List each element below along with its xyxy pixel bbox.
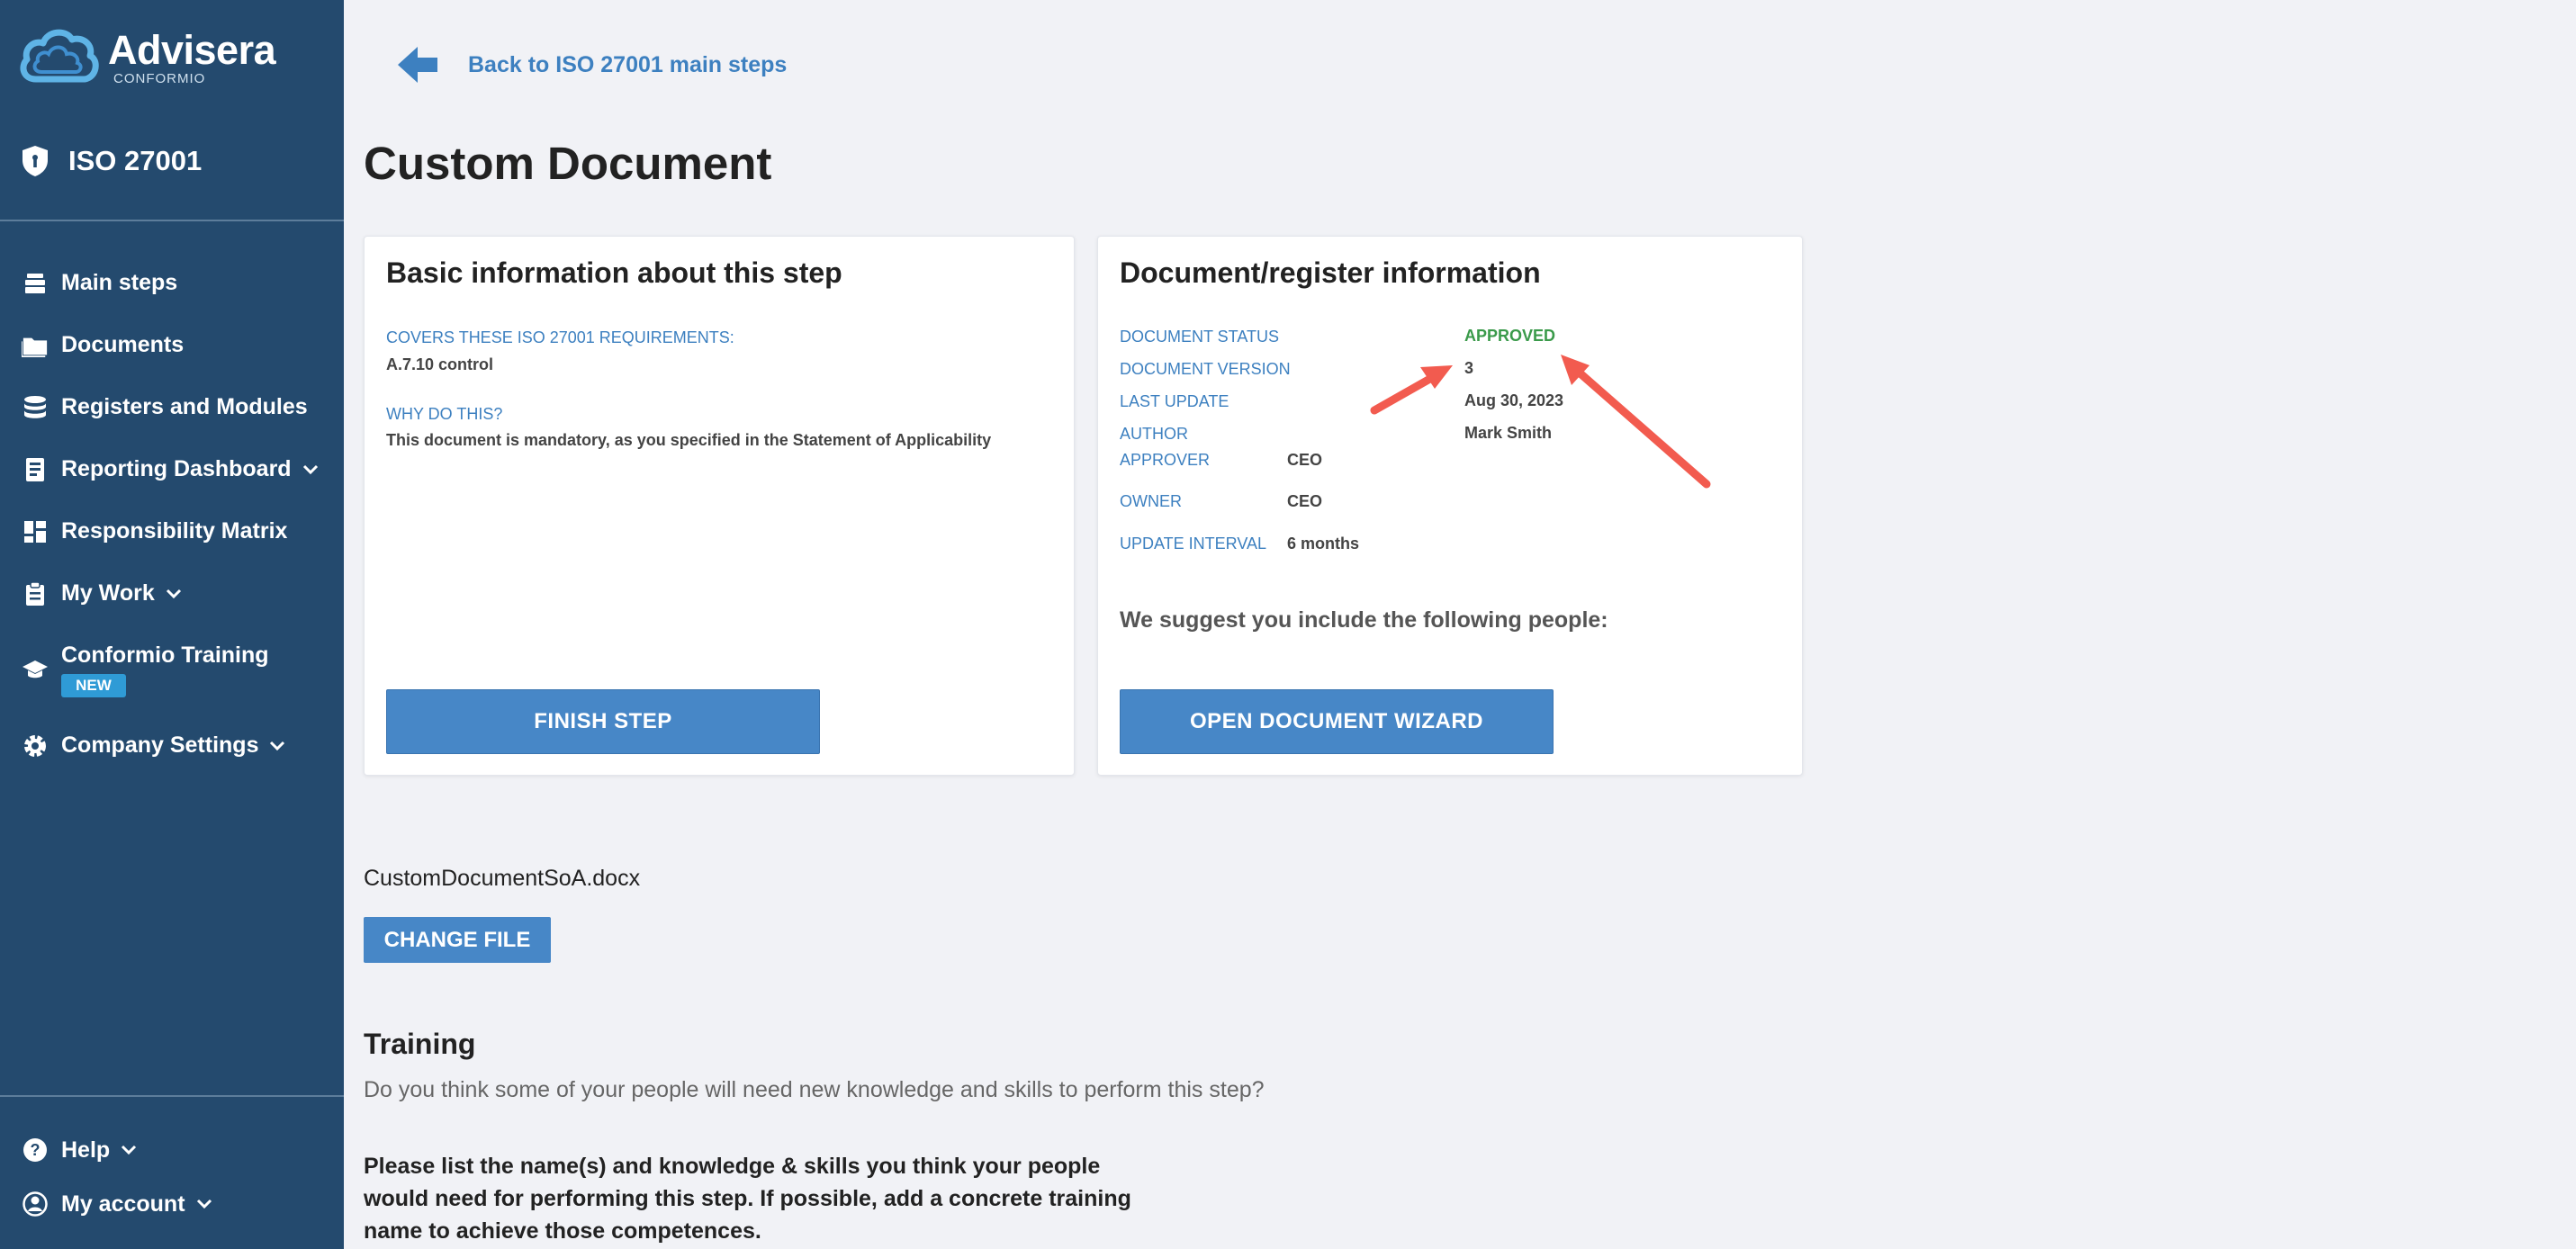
grid-icon: [22, 518, 49, 545]
sidebar-item-company-settings[interactable]: Company Settings: [0, 714, 344, 777]
main-content: Back to ISO 27001 main steps Custom Docu…: [344, 0, 2576, 1249]
account-icon: [22, 1191, 49, 1218]
sidebar-item-label: Registers and Modules: [61, 394, 308, 420]
sidebar-item-label: Main steps: [61, 270, 177, 296]
sidebar-item-label: Help: [61, 1137, 110, 1164]
sidebar-divider: [0, 220, 344, 221]
covers-label: COVERS THESE ISO 27001 REQUIREMENTS:: [386, 328, 734, 347]
sidebar-item-my-account[interactable]: My account: [0, 1177, 344, 1231]
shield-icon: [20, 144, 50, 178]
sidebar-item-label: My account: [61, 1191, 185, 1218]
author-value: Mark Smith: [1464, 424, 1552, 443]
card-title: Basic information about this step: [386, 256, 842, 290]
update-interval-value: 6 months: [1287, 535, 1359, 553]
sidebar-item-help[interactable]: ? Help: [0, 1123, 344, 1177]
last-update-value: Aug 30, 2023: [1464, 391, 1563, 410]
approver-value: CEO: [1287, 451, 1322, 470]
sidebar-item-label: Documents: [61, 332, 184, 358]
logo-sub: CONFORMIO: [113, 72, 275, 85]
document-version-value: 3: [1464, 359, 1473, 378]
help-icon: ?: [22, 1137, 49, 1164]
back-link[interactable]: Back to ISO 27001 main steps: [396, 45, 787, 85]
document-status-value: APPROVED: [1464, 327, 1555, 346]
finish-step-button[interactable]: FINISH STEP: [386, 689, 820, 754]
sidebar-item-main-steps[interactable]: Main steps: [0, 252, 344, 314]
author-label: AUTHOR: [1120, 425, 1188, 444]
training-question: Do you think some of your people will ne…: [364, 1077, 1265, 1103]
owner-value: CEO: [1287, 492, 1322, 511]
sidebar-item-reporting-dashboard[interactable]: Reporting Dashboard: [0, 438, 344, 500]
change-file-button[interactable]: CHANGE FILE: [364, 917, 551, 963]
owner-label: OWNER: [1120, 492, 1182, 511]
svg-text:?: ?: [31, 1141, 41, 1159]
sidebar-item-documents[interactable]: Documents: [0, 314, 344, 376]
chevron-down-icon: [121, 1145, 137, 1155]
chevron-down-icon: [302, 464, 319, 475]
last-update-label: LAST UPDATE: [1120, 392, 1229, 411]
sidebar-item-responsibility-matrix[interactable]: Responsibility Matrix: [0, 500, 344, 562]
page-title: Custom Document: [364, 137, 771, 190]
sidebar-item-label: Conformio Training: [61, 642, 269, 669]
report-icon: [22, 456, 49, 483]
sidebar: Advisera CONFORMIO ISO 27001 Main steps …: [0, 0, 344, 1249]
document-info-card: Document/register information DOCUMENT S…: [1097, 236, 1803, 776]
product-title[interactable]: ISO 27001: [20, 144, 202, 178]
sidebar-divider-bottom: [0, 1095, 344, 1097]
product-label: ISO 27001: [68, 145, 202, 177]
clipboard-icon: [22, 580, 49, 607]
chevron-down-icon: [196, 1199, 212, 1209]
sidebar-bottom-nav: ? Help My account: [0, 1123, 344, 1231]
file-name[interactable]: CustomDocumentSoA.docx: [364, 866, 640, 892]
document-version-label: DOCUMENT VERSION: [1120, 360, 1291, 379]
sidebar-item-conformio-training[interactable]: Conformio Training NEW: [0, 624, 344, 714]
cloud-logo-icon: [18, 25, 101, 90]
open-document-wizard-button[interactable]: OPEN DOCUMENT WIZARD: [1120, 689, 1554, 754]
approver-label: APPROVER: [1120, 451, 1210, 470]
chevron-down-icon: [166, 589, 182, 599]
sidebar-item-label: Responsibility Matrix: [61, 518, 287, 544]
sidebar-item-label: My Work: [61, 580, 155, 607]
sidebar-item-my-work[interactable]: My Work: [0, 562, 344, 624]
why-value: This document is mandatory, as you speci…: [386, 431, 991, 450]
graduation-cap-icon: [22, 656, 49, 683]
back-arrow-icon: [396, 45, 439, 85]
sidebar-item-registers[interactable]: Registers and Modules: [0, 376, 344, 438]
sidebar-nav: Main steps Documents Registers and Modul…: [0, 252, 344, 777]
why-label: WHY DO THIS?: [386, 405, 502, 424]
update-interval-label: UPDATE INTERVAL: [1120, 535, 1266, 553]
training-title: Training: [364, 1028, 475, 1061]
database-icon: [22, 394, 49, 421]
training-instructions: Please list the name(s) and knowledge & …: [364, 1150, 1156, 1247]
sidebar-item-label: Reporting Dashboard: [61, 456, 292, 482]
basic-info-card: Basic information about this step COVERS…: [364, 236, 1075, 776]
advisera-logo[interactable]: Advisera CONFORMIO: [18, 25, 275, 90]
back-link-label: Back to ISO 27001 main steps: [468, 52, 787, 78]
logo-brand: Advisera: [108, 30, 275, 70]
folder-icon: [22, 332, 49, 359]
new-badge: NEW: [61, 674, 126, 697]
covers-value: A.7.10 control: [386, 355, 493, 374]
document-status-label: DOCUMENT STATUS: [1120, 328, 1279, 346]
card-title: Document/register information: [1120, 256, 1541, 290]
layers-icon: [22, 270, 49, 297]
chevron-down-icon: [269, 741, 285, 751]
suggest-people-text: We suggest you include the following peo…: [1120, 607, 1608, 633]
gear-icon: [22, 732, 49, 759]
sidebar-item-label: Company Settings: [61, 732, 258, 759]
